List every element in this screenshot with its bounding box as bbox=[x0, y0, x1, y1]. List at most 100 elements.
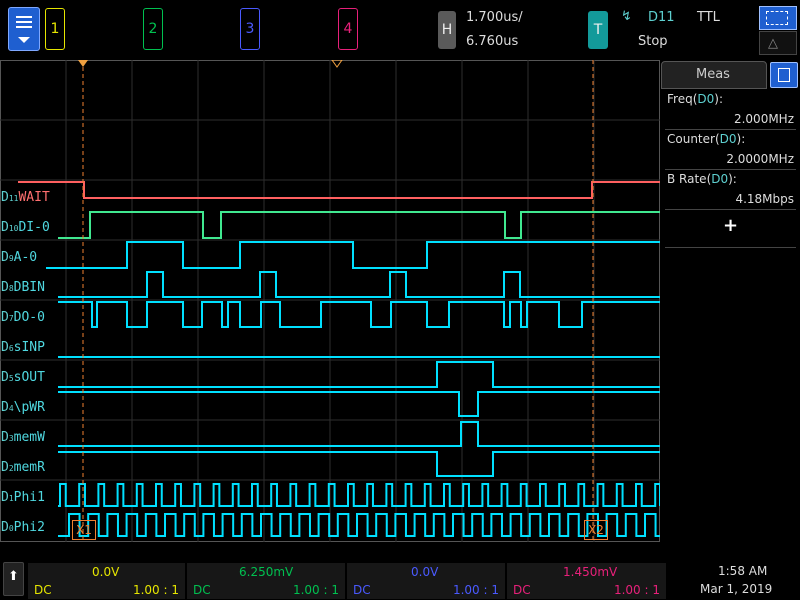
divider bbox=[665, 129, 796, 130]
digital-channel-label[interactable]: D11WAIT bbox=[1, 190, 50, 205]
divider bbox=[665, 247, 796, 248]
channel-1-coupling: DC bbox=[34, 583, 52, 597]
cursor-x2-label[interactable]: X2 bbox=[584, 520, 608, 540]
meas-brate-name: B Rate( bbox=[667, 172, 712, 186]
clock-date: Mar 1, 2019 bbox=[700, 582, 773, 596]
channel-d-prefix: D bbox=[1, 190, 9, 205]
channel-1-button[interactable]: 1 bbox=[45, 8, 65, 50]
meas-freq-source: D0 bbox=[697, 92, 715, 106]
list-icon bbox=[778, 68, 790, 82]
digital-channel-label[interactable]: D1Phi1 bbox=[1, 490, 45, 505]
add-measurement-button[interactable]: + bbox=[665, 213, 796, 239]
digital-channel-label[interactable]: D3memW bbox=[1, 430, 45, 445]
channel-d-prefix: D bbox=[1, 220, 9, 235]
select-zoom-button[interactable] bbox=[759, 6, 797, 30]
time-scale: 1.700us/ bbox=[466, 10, 523, 25]
channel-4-label: 4 bbox=[343, 21, 353, 37]
digital-channel-label[interactable]: D10DI-0 bbox=[1, 220, 50, 235]
channel-name: memR bbox=[13, 460, 45, 475]
meas-brate-value: 4.18Mbps bbox=[735, 192, 794, 206]
digital-channel-label[interactable]: D9A-0 bbox=[1, 250, 37, 265]
measurements-panel: Meas Freq(D0): 2.000MHz Counter(D0): 2.0… bbox=[661, 61, 800, 541]
triangle-icon: △ bbox=[768, 36, 778, 51]
meas-brate-label: B Rate(D0): bbox=[667, 172, 737, 186]
digital-channel-label[interactable]: D8DBIN bbox=[1, 280, 45, 295]
channel-name: \pWR bbox=[13, 400, 45, 415]
channel-name: DI-0 bbox=[18, 220, 50, 235]
meas-counter-source: D0 bbox=[719, 132, 737, 146]
channel-3-button[interactable]: 3 bbox=[240, 8, 260, 50]
channel-name: Phi2 bbox=[13, 520, 45, 535]
waveform-display[interactable] bbox=[0, 60, 660, 545]
trigger-edge-icon: ↯ bbox=[621, 9, 632, 24]
meas-freq-suffix: ): bbox=[714, 92, 723, 106]
meas-counter-name: Counter( bbox=[667, 132, 720, 146]
digital-channel-label[interactable]: D7DO-0 bbox=[1, 310, 45, 325]
channel-name: A-0 bbox=[13, 250, 38, 265]
meas-freq-name: Freq( bbox=[667, 92, 698, 106]
digital-channel-label[interactable]: D4\pWR bbox=[1, 400, 45, 415]
horizontal-button[interactable]: H bbox=[438, 11, 456, 49]
channel-1-label: 1 bbox=[50, 21, 60, 37]
channel-2-footer[interactable]: 6.250mV DC 1.00 : 1 bbox=[187, 563, 345, 599]
measurements-tab[interactable]: Meas bbox=[661, 61, 767, 89]
measurements-menu-button[interactable] bbox=[770, 62, 798, 88]
channel-2-offset: 6.250mV bbox=[239, 565, 294, 579]
channel-name: Phi1 bbox=[13, 490, 45, 505]
channel-d-prefix: D bbox=[1, 400, 9, 415]
digital-channel-label[interactable]: D5sOUT bbox=[1, 370, 45, 385]
meas-brate-suffix: ): bbox=[728, 172, 737, 186]
digital-channel-label[interactable]: D6sINP bbox=[1, 340, 45, 355]
channel-d-prefix: D bbox=[1, 250, 9, 265]
digital-channel-label[interactable]: D2memR bbox=[1, 460, 45, 475]
channel-d-prefix: D bbox=[1, 490, 9, 505]
digital-channel-label[interactable]: D0Phi2 bbox=[1, 520, 45, 535]
meas-counter-value: 2.0000MHz bbox=[726, 152, 794, 166]
channel-3-coupling: DC bbox=[353, 583, 371, 597]
trigger-level-type: TTL bbox=[697, 10, 720, 25]
time-position: 6.760us bbox=[466, 34, 519, 49]
channel-4-footer[interactable]: 1.450mV DC 1.00 : 1 bbox=[507, 563, 666, 599]
channel-4-button[interactable]: 4 bbox=[338, 8, 358, 50]
channel-3-label: 3 bbox=[245, 21, 255, 37]
channel-2-button[interactable]: 2 bbox=[143, 8, 163, 50]
channel-4-probe-ratio: 1.00 : 1 bbox=[613, 583, 660, 597]
channel-3-footer[interactable]: 0.0V DC 1.00 : 1 bbox=[347, 563, 505, 599]
trigger-source: D11 bbox=[648, 10, 675, 25]
channel-name: WAIT bbox=[18, 190, 50, 205]
trigger-button[interactable]: T bbox=[588, 11, 608, 49]
channel-3-probe-ratio: 1.00 : 1 bbox=[452, 583, 499, 597]
meas-freq-label: Freq(D0): bbox=[667, 92, 723, 106]
channel-d-prefix: D bbox=[1, 340, 9, 355]
bottom-expand-button[interactable]: ⬆ bbox=[3, 562, 24, 596]
channel-1-footer[interactable]: 0.0V DC 1.00 : 1 bbox=[28, 563, 185, 599]
menu-icon bbox=[16, 16, 32, 18]
channel-d-prefix: D bbox=[1, 370, 9, 385]
touch-gesture-button[interactable]: △ bbox=[759, 31, 797, 55]
measurements-title: Meas bbox=[696, 67, 730, 82]
divider bbox=[665, 169, 796, 170]
channel-d-prefix: D bbox=[1, 520, 9, 535]
channel-d-prefix: D bbox=[1, 430, 9, 445]
meas-brate-source: D0 bbox=[711, 172, 729, 186]
arrow-up-icon: ⬆ bbox=[8, 569, 19, 584]
channel-d-prefix: D bbox=[1, 310, 9, 325]
plus-icon: + bbox=[722, 215, 739, 236]
meas-freq-value: 2.000MHz bbox=[733, 112, 794, 126]
meas-counter-suffix: ): bbox=[736, 132, 746, 146]
chevron-down-icon bbox=[18, 37, 30, 43]
channel-2-label: 2 bbox=[148, 21, 158, 37]
divider bbox=[665, 209, 796, 210]
channel-3-offset: 0.0V bbox=[411, 565, 439, 579]
channel-d-prefix: D bbox=[1, 280, 9, 295]
cursor-x1-label[interactable]: X1 bbox=[72, 520, 96, 540]
acquisition-status: Stop bbox=[638, 34, 668, 49]
clock-time: 1:58 AM bbox=[718, 564, 768, 578]
top-toolbar: 1 2 3 4 H 1.700us/ 6.760us T ↯ D11 TTL S… bbox=[0, 0, 800, 60]
channel-1-probe-ratio: 1.00 : 1 bbox=[132, 583, 179, 597]
main-menu-button[interactable] bbox=[8, 7, 40, 51]
channel-4-offset: 1.450mV bbox=[563, 565, 618, 579]
cursor-x2-text: X2 bbox=[588, 523, 604, 537]
channel-4-coupling: DC bbox=[513, 583, 531, 597]
channel-name: memW bbox=[13, 430, 45, 445]
